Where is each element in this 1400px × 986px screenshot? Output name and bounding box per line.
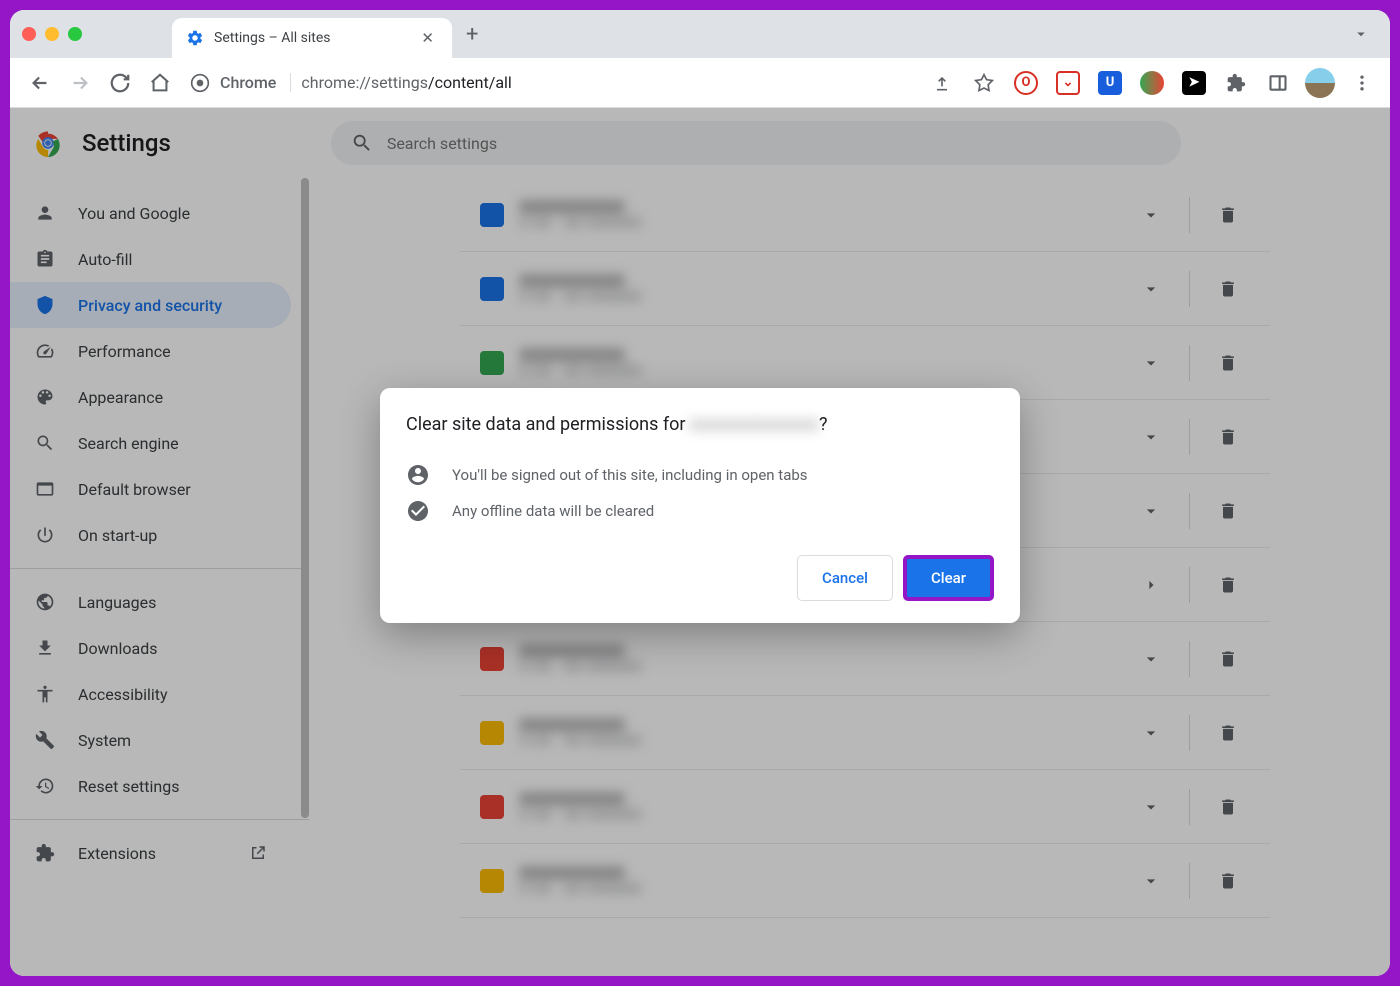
profile-avatar[interactable] [1304,67,1336,99]
browser-window: Settings – All sites ✕ + Chrome chrome: [10,10,1390,976]
kebab-menu-icon[interactable] [1346,67,1378,99]
bookmark-icon[interactable] [968,67,1000,99]
check-circle-icon [406,499,430,523]
gear-icon [186,29,204,47]
person-icon [406,463,430,487]
address-bar[interactable]: Chrome chrome://settings/content/all [190,73,914,93]
clear-data-dialog: Clear site data and permissions for xxxx… [380,388,1020,623]
extension-bitwarden-icon[interactable]: U [1094,67,1126,99]
dialog-title: Clear site data and permissions for xxxx… [406,414,994,435]
extension-privacy-icon[interactable] [1136,67,1168,99]
forward-button[interactable] [62,65,98,101]
cancel-button[interactable]: Cancel [797,555,893,601]
tab-close-icon[interactable]: ✕ [417,25,438,51]
tab-bar: Settings – All sites ✕ + [10,10,1390,58]
sidepanel-icon[interactable] [1262,67,1294,99]
share-icon[interactable] [926,67,958,99]
window-maximize-button[interactable] [68,27,82,41]
address-label: Chrome [220,73,291,92]
tab-overflow-button[interactable] [1344,17,1378,51]
address-url: chrome://settings/content/all [301,73,511,92]
site-info-icon[interactable] [190,73,210,93]
extension-pocket-icon[interactable]: ⌄ [1052,67,1084,99]
extension-adblock-icon[interactable]: O [1010,67,1042,99]
extensions-puzzle-icon[interactable] [1220,67,1252,99]
home-button[interactable] [142,65,178,101]
dialog-info-signout: You'll be signed out of this site, inclu… [406,457,994,493]
settings-page: Settings You and GoogleAuto-fillPrivacy … [10,108,1390,976]
reload-button[interactable] [102,65,138,101]
extension-send-icon[interactable]: ➤ [1178,67,1210,99]
back-button[interactable] [22,65,58,101]
toolbar: Chrome chrome://settings/content/all O ⌄… [10,58,1390,108]
dialog-info-offline: Any offline data will be cleared [406,493,994,529]
window-minimize-button[interactable] [45,27,59,41]
new-tab-button[interactable]: + [466,22,478,47]
browser-tab[interactable]: Settings – All sites ✕ [172,18,452,58]
tab-title: Settings – All sites [214,30,407,46]
clear-button[interactable]: Clear [903,555,994,601]
window-close-button[interactable] [22,27,36,41]
modal-backdrop[interactable]: Clear site data and permissions for xxxx… [10,108,1390,976]
traffic-lights [22,27,82,41]
